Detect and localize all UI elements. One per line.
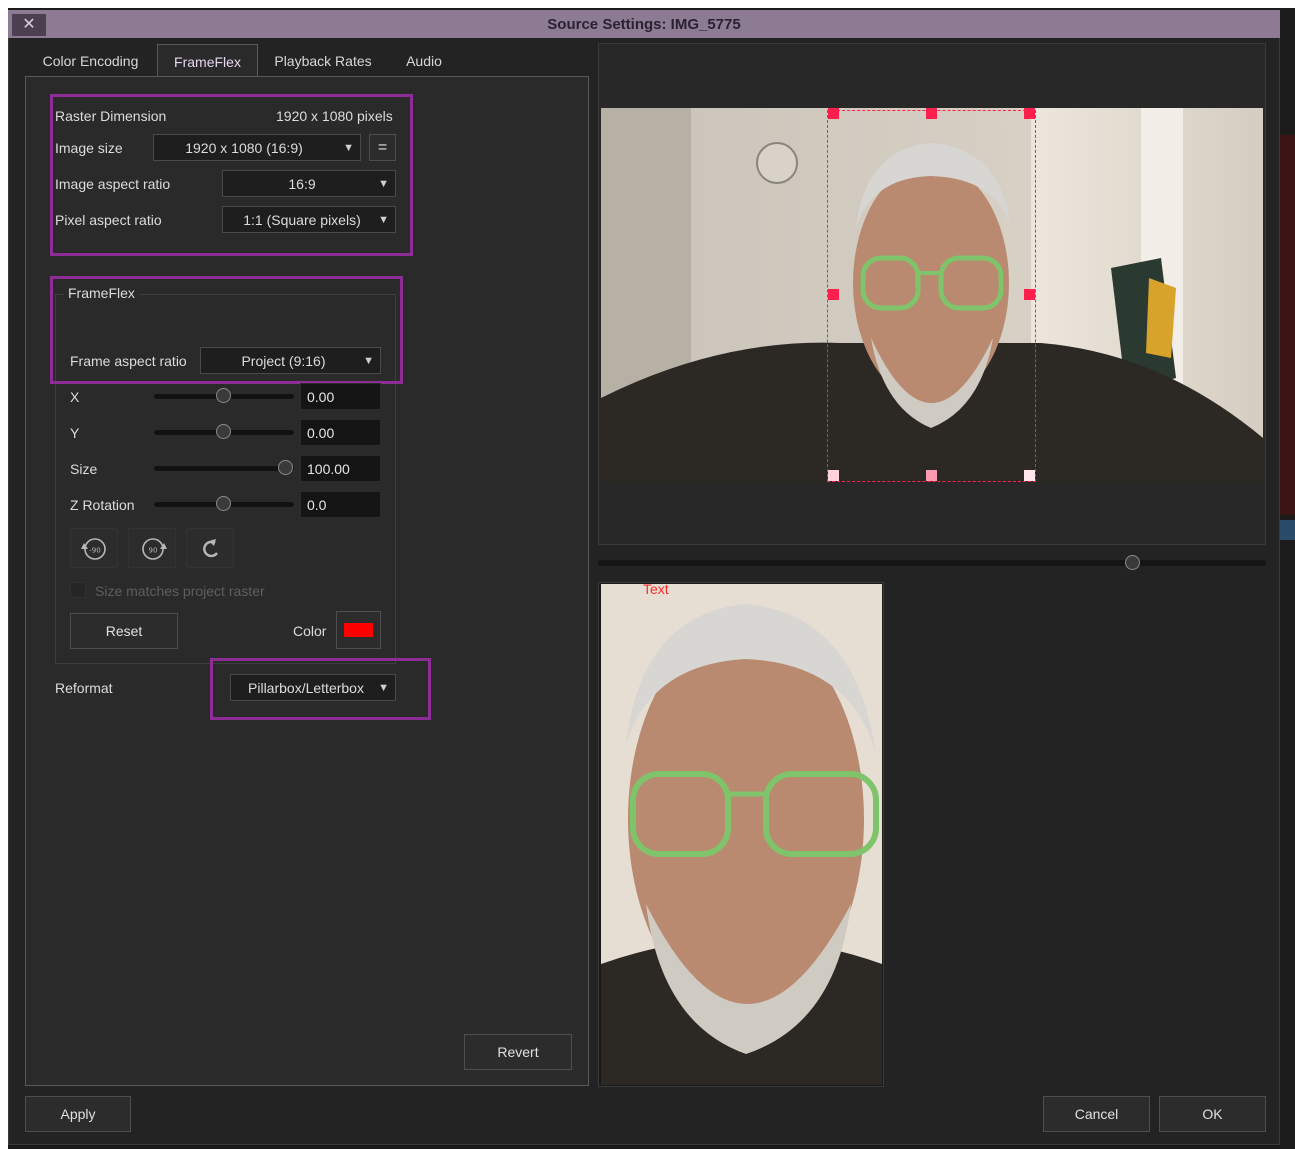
background-panel-strip (1280, 135, 1295, 515)
crop-handle-bottom-right[interactable] (1024, 470, 1035, 481)
crop-handle-top-left[interactable] (828, 108, 839, 119)
crop-handle-bottom-left[interactable] (828, 470, 839, 481)
size-label: Size (70, 461, 98, 477)
rotate-left-90-icon: -90 (81, 538, 106, 560)
background-panel-tab (1280, 520, 1295, 540)
x-field[interactable]: 0.00 (300, 383, 381, 410)
frame-aspect-ratio-label: Frame aspect ratio (70, 353, 187, 369)
image-aspect-ratio-dropdown[interactable]: 16:9 ▼ (222, 170, 396, 197)
reformat-label: Reformat (55, 680, 113, 696)
chevron-down-icon: ▼ (363, 355, 374, 367)
window-title: Source Settings: IMG_5775 (547, 16, 741, 33)
z-rotation-field[interactable]: 0.0 (300, 491, 381, 518)
size-field[interactable]: 100.00 (300, 455, 381, 482)
crop-handle-top-right[interactable] (1024, 108, 1035, 119)
y-label: Y (70, 425, 80, 441)
x-slider-handle[interactable] (216, 388, 231, 403)
z-rotation-slider-handle[interactable] (216, 496, 231, 511)
size-slider-track[interactable] (154, 466, 294, 471)
color-swatch (344, 623, 373, 637)
frame-aspect-ratio-dropdown[interactable]: Project (9:16) ▼ (200, 347, 381, 374)
revert-button[interactable]: Revert (464, 1034, 572, 1070)
chevron-down-icon: ▼ (343, 142, 354, 154)
crop-handle-left[interactable] (828, 289, 839, 300)
tab-frameflex[interactable]: FrameFlex (157, 44, 258, 77)
apply-button[interactable]: Apply (25, 1096, 131, 1132)
size-slider-handle[interactable] (278, 460, 293, 475)
crop-handle-right[interactable] (1024, 289, 1035, 300)
reformat-value: Pillarbox/Letterbox (248, 680, 364, 696)
reformat-dropdown[interactable]: Pillarbox/Letterbox ▼ (230, 674, 396, 701)
overlay-text-label: Text (643, 581, 669, 597)
reset-rotation-button[interactable] (186, 528, 234, 568)
rotate-left-90-button[interactable]: -90 (70, 528, 118, 568)
image-aspect-ratio-label: Image aspect ratio (55, 176, 171, 192)
reset-button[interactable]: Reset (70, 613, 178, 649)
zoom-slider-track[interactable] (598, 560, 1266, 566)
chevron-down-icon: ▼ (378, 178, 389, 190)
frame-aspect-ratio-value: Project (9:16) (241, 353, 326, 369)
chevron-down-icon: ▼ (378, 214, 389, 226)
cancel-button[interactable]: Cancel (1043, 1096, 1150, 1132)
ok-button[interactable]: OK (1159, 1096, 1266, 1132)
svg-text:-90: -90 (89, 547, 100, 555)
image-size-dropdown[interactable]: 1920 x 1080 (16:9) ▼ (153, 134, 361, 161)
pixel-aspect-ratio-label: Pixel aspect ratio (55, 212, 162, 228)
size-matches-label: Size matches project raster (95, 583, 265, 599)
tab-audio[interactable]: Audio (390, 44, 458, 76)
image-aspect-ratio-value: 16:9 (288, 176, 316, 192)
image-size-label: Image size (55, 140, 123, 156)
output-image-preview (601, 584, 882, 1085)
image-size-value: 1920 x 1080 (16:9) (185, 140, 303, 156)
rotate-reset-icon (203, 539, 218, 558)
rotate-right-90-button[interactable]: 90 (128, 528, 176, 568)
chevron-down-icon: ▼ (378, 682, 389, 694)
link-aspect-button[interactable]: = (369, 134, 396, 161)
size-matches-checkbox[interactable] (70, 582, 86, 598)
raster-dimension-value: 1920 x 1080 pixels (276, 108, 393, 124)
crop-frame-box[interactable] (827, 110, 1036, 482)
y-field[interactable]: 0.00 (300, 419, 381, 446)
raster-dimension-label: Raster Dimension (55, 108, 167, 124)
z-rotation-label: Z Rotation (70, 497, 135, 513)
rotate-right-90-icon: 90 (142, 538, 167, 560)
x-label: X (70, 389, 80, 405)
pixel-aspect-ratio-value: 1:1 (Square pixels) (243, 212, 361, 228)
tab-playback-rates[interactable]: Playback Rates (262, 44, 384, 76)
pixel-aspect-ratio-dropdown[interactable]: 1:1 (Square pixels) ▼ (222, 206, 396, 233)
y-slider-handle[interactable] (216, 424, 231, 439)
tab-color-encoding[interactable]: Color Encoding (28, 44, 153, 76)
equals-icon: = (377, 139, 388, 156)
crop-handle-bottom[interactable] (926, 470, 937, 481)
color-label: Color (293, 623, 327, 639)
crop-handle-top[interactable] (926, 108, 937, 119)
color-picker-button[interactable] (336, 611, 381, 649)
svg-text:90: 90 (149, 547, 158, 555)
